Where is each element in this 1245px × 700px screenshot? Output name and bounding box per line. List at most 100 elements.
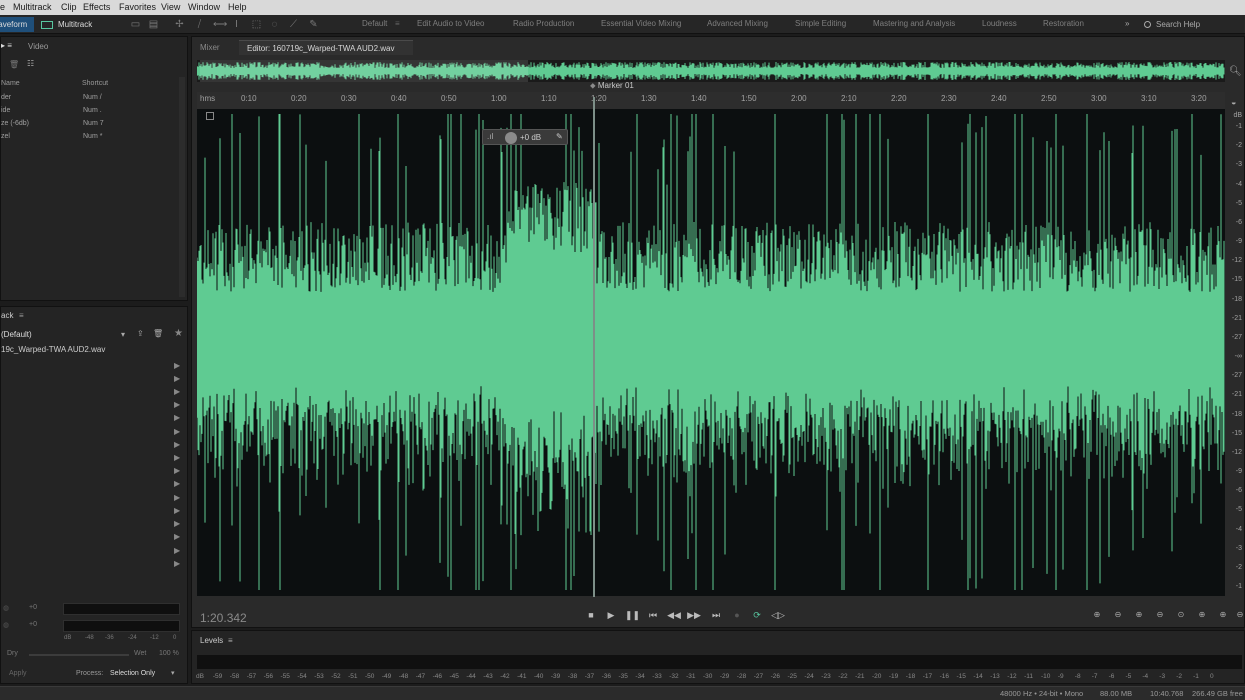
input-gain-value[interactable]: +0 <box>29 604 37 611</box>
marquee-tool-icon[interactable]: ⬚ <box>251 19 262 30</box>
process-select[interactable]: Selection Only <box>110 670 155 677</box>
effect-slot-10[interactable]: ▶ <box>174 479 180 488</box>
effect-slot-16[interactable]: ▶ <box>174 559 180 568</box>
menu-view[interactable]: View <box>161 2 180 12</box>
table-row[interactable]: zel Num * <box>1 132 179 144</box>
output-gain-value[interactable]: +0 <box>29 621 37 628</box>
workspace-restoration[interactable]: Restoration <box>1043 19 1084 28</box>
workspace-edit-audio-to-video[interactable]: Edit Audio to Video <box>417 19 484 28</box>
workspace-menu-icon[interactable]: ≡ <box>395 19 400 28</box>
zoom-full-icon[interactable]: ⊙ <box>1173 610 1189 622</box>
workspace-radio-production[interactable]: Radio Production <box>513 19 574 28</box>
spectral-frequency-icon[interactable]: ▭ <box>130 19 141 30</box>
dry-wet-slider[interactable] <box>29 654 129 656</box>
table-row[interactable]: ide Num . <box>1 106 179 118</box>
effect-slot-3[interactable]: ▶ <box>174 387 180 396</box>
volume-hud[interactable]: .ıl +0 dB ✎ <box>482 129 568 145</box>
overview-view-range[interactable] <box>200 60 528 82</box>
rewind-icon[interactable]: ◀◀ <box>667 610 681 622</box>
skip-selection-icon[interactable]: ◁▷ <box>771 610 785 622</box>
skip-start-icon[interactable]: ⏮ <box>646 610 660 622</box>
table-row[interactable]: der Num / <box>1 93 179 105</box>
output-knob-icon[interactable]: ◍ <box>3 621 9 629</box>
scrollbar[interactable] <box>179 77 185 297</box>
favorite-star-icon[interactable]: ★ <box>174 328 183 339</box>
input-knob-icon[interactable]: ◍ <box>3 604 9 612</box>
wet-percent[interactable]: 100 % <box>159 650 179 657</box>
tab-editor[interactable]: Editor: 160719c_Warped-TWA AUD2.wav *≡ <box>239 40 413 68</box>
current-time[interactable]: 1:20.342 <box>200 611 247 625</box>
time-ruler[interactable]: hms 0:10 0:20 0:30 0:40 0:50 1:00 1:10 1:20 1:30… <box>197 92 1225 109</box>
stop-icon[interactable]: ■ <box>584 610 598 622</box>
multitrack-mode-button[interactable]: Multitrack <box>38 17 98 32</box>
effect-slot-7[interactable]: ▶ <box>174 440 180 449</box>
hud-gain-value[interactable]: +0 dB <box>520 133 541 142</box>
effect-slot-5[interactable]: ▶ <box>174 413 180 422</box>
headphones-icon[interactable]: ◒ <box>1231 97 1236 107</box>
zoom-in-time-icon[interactable]: ⊕ <box>1131 610 1147 622</box>
tab-video[interactable]: Video <box>28 42 48 51</box>
overview-bar[interactable] <box>196 60 1225 82</box>
effect-slot-8[interactable]: ▶ <box>174 453 180 462</box>
effect-slot-6[interactable]: ▶ <box>174 427 180 436</box>
col-shortcut-header[interactable]: Shortcut <box>82 80 108 87</box>
effect-slot-13[interactable]: ▶ <box>174 519 180 528</box>
chevron-down-icon[interactable]: ▾ <box>171 669 175 677</box>
menu-clip[interactable]: Clip <box>61 2 77 12</box>
panel-menu-icon[interactable]: ▸ ≡ <box>1 41 12 50</box>
fast-forward-icon[interactable]: ▶▶ <box>687 610 701 622</box>
playhead[interactable] <box>593 97 595 597</box>
delete-icon[interactable]: 🗑 <box>9 60 19 69</box>
zoom-selection-icon[interactable]: ⊖ <box>1232 610 1245 622</box>
apply-button[interactable]: Apply <box>9 670 27 677</box>
workspace-essential-video-mixing[interactable]: Essential Video Mixing <box>601 19 681 28</box>
zoom-out-amplitude-icon[interactable]: ⊖ <box>1110 610 1126 622</box>
marker-label[interactable]: ⬥ Marker 01 <box>590 81 634 91</box>
slip-tool-icon[interactable]: ⟷ <box>213 19 227 30</box>
zoom-in-amplitude-icon[interactable]: ⊕ <box>1089 610 1105 622</box>
menu-effects[interactable]: Effects <box>83 2 110 12</box>
effect-slot-1[interactable]: ▶ <box>174 361 180 370</box>
preset-select[interactable]: (Default) <box>1 330 32 339</box>
effect-slot-9[interactable]: ▶ <box>174 466 180 475</box>
pin-icon[interactable]: ✎ <box>556 132 563 141</box>
waveform-mode-button[interactable]: Waveform <box>0 17 34 32</box>
lasso-tool-icon[interactable]: ◌ <box>269 19 280 30</box>
col-name-header[interactable]: Name <box>1 80 20 87</box>
effect-slot-14[interactable]: ▶ <box>174 532 180 541</box>
loop-icon[interactable]: ⟳ <box>750 610 764 622</box>
brush-tool-icon[interactable]: ⟋ <box>288 19 299 30</box>
workspace-loudness[interactable]: Loudness <box>982 19 1017 28</box>
effect-slot-11[interactable]: ▶ <box>174 493 180 502</box>
menu-multitrack[interactable]: Multitrack <box>13 2 52 12</box>
time-selection-icon[interactable]: I <box>231 19 242 30</box>
spot-healing-icon[interactable]: ✎ <box>308 19 319 30</box>
workspace-mastering-and-analysis[interactable]: Mastering and Analysis <box>873 19 955 28</box>
hud-toggle-icon[interactable] <box>206 112 214 120</box>
delete-preset-icon[interactable]: 🗑 <box>153 329 163 338</box>
waveform-display[interactable] <box>196 109 1225 596</box>
zoom-out-time-icon[interactable]: ⊖ <box>1152 610 1168 622</box>
menu-help[interactable]: Help <box>228 2 247 12</box>
effect-slot-15[interactable]: ▶ <box>174 546 180 555</box>
menu-edit-partial[interactable]: e <box>0 2 5 12</box>
save-preset-icon[interactable]: ⇪ <box>137 329 144 338</box>
menu-window[interactable]: Window <box>188 2 220 12</box>
zoom-magnifier-icon[interactable]: 🔍︎ <box>1229 66 1242 77</box>
razor-tool-icon[interactable]: ⧸ <box>194 19 205 30</box>
zoom-in-left-icon[interactable]: ⊕ <box>1194 610 1210 622</box>
levels-menu-icon[interactable]: ≡ <box>228 636 233 645</box>
list-settings-icon[interactable]: ☷ <box>27 59 34 68</box>
skip-end-icon[interactable]: ⏭ <box>709 610 723 622</box>
effect-slot-4[interactable]: ▶ <box>174 400 180 409</box>
table-row[interactable]: ze (-6db) Num 7 <box>1 119 179 131</box>
record-icon[interactable]: ● <box>730 610 744 622</box>
spectral-pitch-icon[interactable]: ▤ <box>148 19 159 30</box>
menu-favorites[interactable]: Favorites <box>119 2 156 12</box>
search-help-field[interactable]: Search Help <box>1144 18 1244 31</box>
zoom-in-right-icon[interactable]: ⊕ <box>1215 610 1231 622</box>
workspace-simple-editing[interactable]: Simple Editing <box>795 19 846 28</box>
workspace-overflow-icon[interactable]: » <box>1125 19 1129 28</box>
play-icon[interactable]: ▶ <box>604 610 618 622</box>
workspace-default[interactable]: Default <box>362 19 387 28</box>
